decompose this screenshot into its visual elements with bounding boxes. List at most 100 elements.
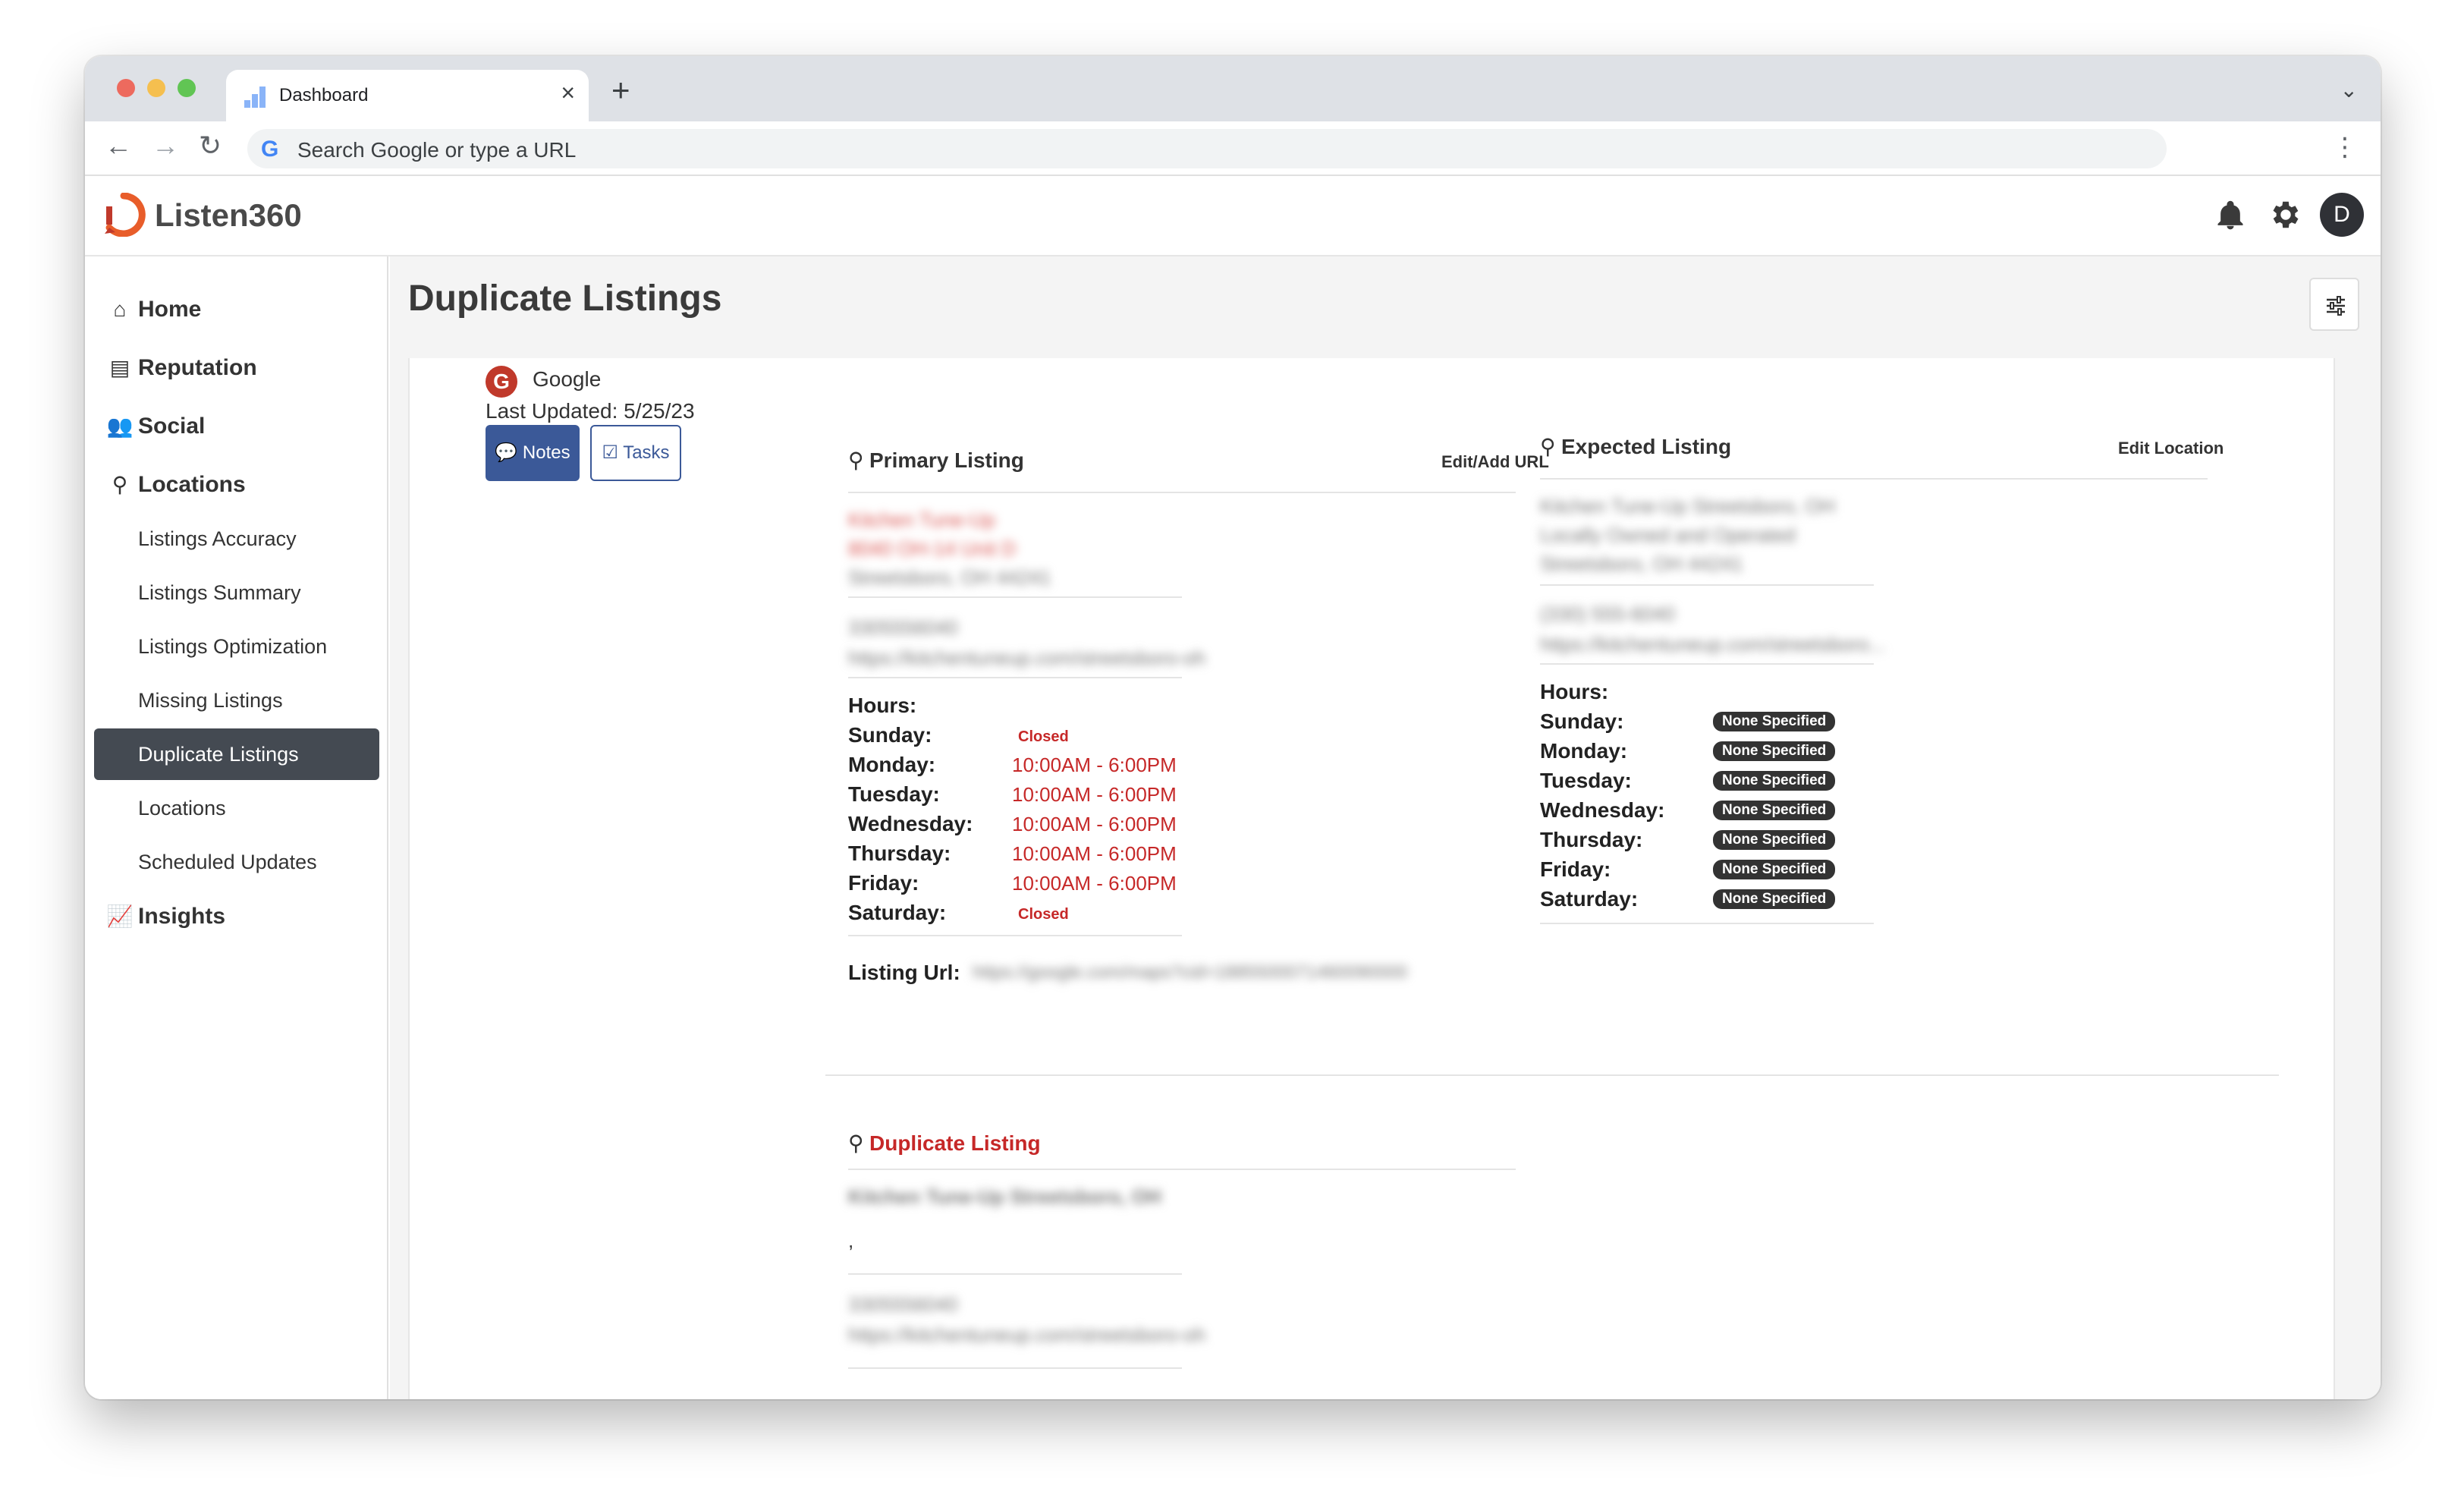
none-specified-badge: None Specified [1713, 712, 1836, 731]
hours-day: Wednesday: [1540, 798, 1665, 822]
tasks-label: Tasks [623, 442, 670, 463]
hours-value: 10:00AM - 6:00PM [1012, 813, 1177, 835]
user-avatar[interactable]: D [2320, 193, 2364, 237]
sidebar-item-locations-list[interactable]: Locations [138, 793, 226, 823]
hours-day: Friday: [848, 871, 919, 895]
comment-icon: ▤ [109, 356, 130, 379]
new-tab-button[interactable]: + [611, 74, 630, 106]
divider [848, 1169, 1516, 1170]
divider [1540, 478, 2208, 480]
hours-day: Sunday: [848, 723, 932, 747]
divider [848, 1273, 1182, 1275]
notifications-bell-icon[interactable] [2214, 199, 2247, 232]
none-specified-badge: None Specified [1713, 741, 1836, 761]
expected-website: https://kitchentuneup.com/streetsboro... [1540, 633, 1886, 656]
sidebar-item-scheduled-updates[interactable]: Scheduled Updates [138, 847, 317, 877]
expected-listing-label: Expected Listing [1561, 435, 1732, 458]
listing-card: G Google Last Updated: 5/25/23 💬 Notes ☑… [408, 358, 2335, 1399]
divider [848, 935, 1182, 936]
hours-day: Sunday: [1540, 709, 1624, 733]
expected-line2: Streetsboro, OH 44241 [1540, 552, 1743, 575]
chart-icon: 📈 [106, 904, 134, 928]
notes-button[interactable]: 💬 Notes [486, 425, 580, 481]
tab-search-chevron-icon[interactable]: ⌄ [2340, 77, 2358, 102]
tasks-button[interactable]: ☑ Tasks [590, 425, 681, 481]
minimize-window-button[interactable] [147, 79, 165, 97]
source-name: Google [533, 367, 602, 391]
edit-add-url-link[interactable]: Edit/Add URL [1441, 452, 1549, 472]
hours-value: 10:00AM - 6:00PM [1012, 783, 1177, 806]
none-specified-badge: None Specified [1713, 801, 1836, 820]
map-pin-icon: ⚲ [848, 1131, 864, 1155]
hours-value: 10:00AM - 6:00PM [1012, 753, 1177, 776]
sidebar-item-listings-optimization[interactable]: Listings Optimization [138, 631, 327, 662]
hours-day: Monday: [1540, 739, 1628, 763]
browser-menu-icon[interactable]: ⋮ [2332, 132, 2358, 162]
hours-day: Monday: [848, 753, 936, 776]
hours-day: Thursday: [1540, 828, 1643, 851]
sidebar-item-social[interactable]: 👥 Social [105, 411, 206, 442]
sidebar-item-listings-accuracy[interactable]: Listings Accuracy [138, 524, 297, 554]
sidebar-item-label: Social [138, 414, 206, 439]
map-pin-icon: ⚲ [1540, 435, 1556, 458]
address-bar[interactable]: G Search Google or type a URL [247, 129, 2167, 168]
map-pin-icon: ⚲ [848, 448, 864, 472]
primary-name: Kitchen Tune-Up [848, 508, 995, 531]
hours-day: Friday: [1540, 857, 1611, 881]
app-header: Listen360 D [85, 176, 2381, 256]
tab-close-icon[interactable]: × [561, 80, 575, 105]
edit-location-link[interactable]: Edit Location [2118, 439, 2224, 458]
primary-address-line2: Streetsboro, OH 44241 [848, 566, 1051, 589]
page-title: Duplicate Listings [408, 278, 722, 319]
sliders-icon [2327, 296, 2345, 316]
last-updated: Last Updated: 5/25/23 [486, 399, 695, 423]
listing-url-label: Listing Url: [848, 961, 960, 984]
listen360-logo-icon [105, 193, 146, 237]
primary-listing-label: Primary Listing [869, 448, 1024, 472]
notes-label: Notes [522, 442, 570, 463]
forward-arrow-icon[interactable]: → [152, 132, 179, 159]
duplicate-phone: 3305556040 [848, 1293, 958, 1316]
listing-url-link[interactable]: https://google.com/maps?cid=188550007146… [973, 962, 1407, 983]
duplicate-listing-title: ⚲ Duplicate Listing [848, 1131, 1041, 1156]
sidebar-item-duplicate-listings[interactable]: Duplicate Listings [94, 728, 379, 780]
sidebar-item-home[interactable]: ⌂ Home [105, 294, 202, 325]
none-specified-badge: None Specified [1713, 889, 1836, 909]
tab-dashboard[interactable]: Dashboard × [226, 70, 589, 121]
browser-window: Dashboard × + ⌄ ← → ↻ G Search Google or… [85, 56, 2381, 1399]
map-pin-icon: ⚲ [112, 473, 128, 496]
hours-value-closed: Closed [1018, 728, 1069, 745]
sidebar-item-reputation[interactable]: ▤ Reputation [105, 353, 257, 383]
sidebar-item-missing-listings[interactable]: Missing Listings [138, 685, 283, 716]
duplicate-address: , [848, 1229, 854, 1252]
dashboard-favicon-icon [244, 87, 266, 108]
primary-website: https://kitchentuneup.com/streetsboro-oh [848, 646, 1206, 669]
close-window-button[interactable] [117, 79, 135, 97]
settings-gear-icon[interactable] [2268, 197, 2303, 232]
sidebar-item-insights[interactable]: 📈 Insights [105, 901, 225, 932]
sidebar-item-listings-summary[interactable]: Listings Summary [138, 577, 301, 608]
sidebar-item-locations[interactable]: ⚲ Locations [105, 470, 246, 500]
filter-button[interactable] [2309, 278, 2359, 331]
sidebar-item-label: Home [138, 297, 202, 322]
expected-line1: Locally Owned and Operated [1540, 524, 1796, 546]
divider [848, 1367, 1182, 1369]
none-specified-badge: None Specified [1713, 830, 1836, 850]
hours-label: Hours: [1540, 680, 1609, 703]
section-divider [825, 1074, 2279, 1076]
divider [1540, 923, 1874, 924]
google-icon: G [261, 137, 279, 162]
sidebar-item-label: Reputation [138, 355, 257, 380]
hours-value: 10:00AM - 6:00PM [1012, 842, 1177, 865]
reload-icon[interactable]: ↻ [199, 132, 222, 159]
back-arrow-icon[interactable]: ← [105, 132, 132, 159]
logo-text: Listen360 [155, 197, 302, 233]
google-source-icon: G [486, 366, 517, 398]
maximize-window-button[interactable] [178, 79, 196, 97]
expected-listing-title: ⚲ Expected Listing [1540, 434, 1731, 459]
sidebar-item-label: Insights [138, 904, 226, 929]
hours-day: Tuesday: [848, 782, 940, 806]
browser-toolbar: ← → ↻ G Search Google or type a URL ⋮ [85, 121, 2381, 176]
hours-day: Saturday: [1540, 887, 1639, 911]
comment-icon: 💬 [495, 442, 518, 463]
